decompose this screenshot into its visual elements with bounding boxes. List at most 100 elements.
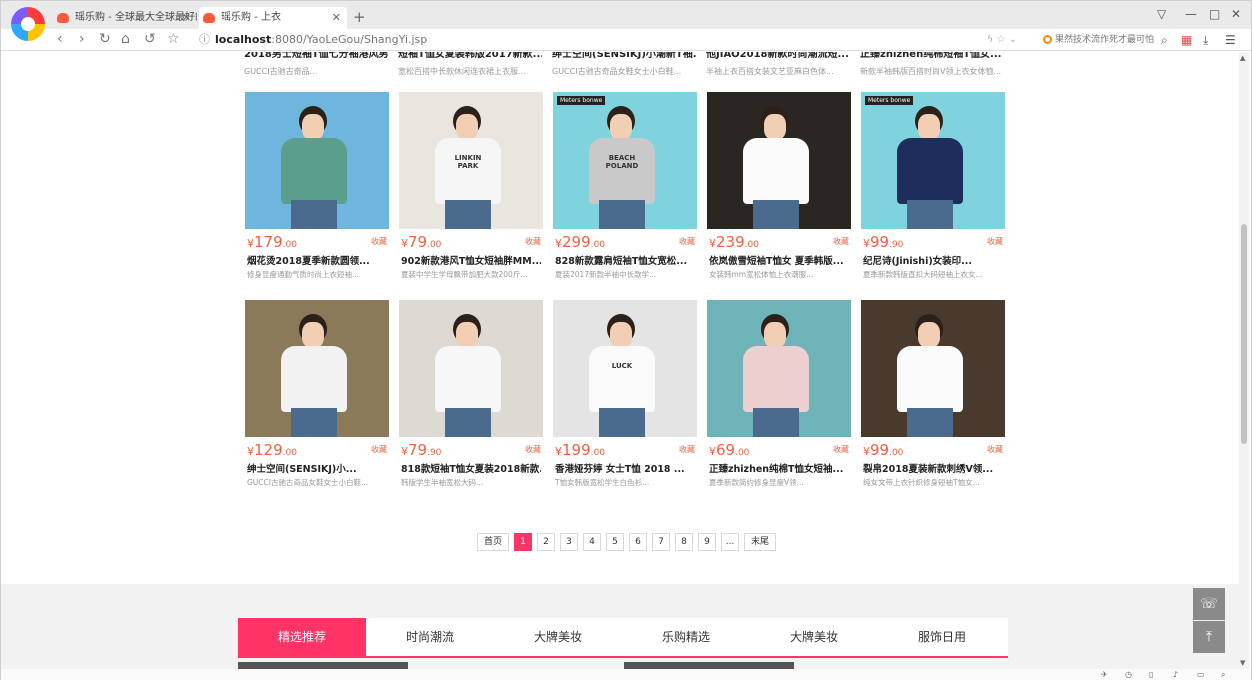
close-tab-icon[interactable]: ✕ — [182, 7, 191, 29]
favorite-link[interactable]: 收藏 — [679, 236, 695, 247]
undo-tab-icon[interactable]: ↺ — [144, 31, 156, 47]
search-icon[interactable]: ⌕ — [1161, 32, 1168, 48]
favorite-link[interactable]: 收藏 — [371, 444, 387, 455]
forward-icon[interactable]: › — [79, 31, 85, 47]
product-image[interactable] — [861, 300, 1005, 437]
product-card[interactable]: 2018男士短袖T恤七分袖港风男... GUCCI古驰古奇品... — [244, 52, 388, 77]
minimize-button[interactable]: — — [1185, 7, 1197, 21]
product-title[interactable]: 818款短袖T恤女夏装2018新款... — [401, 461, 541, 475]
product-image[interactable] — [245, 92, 389, 229]
close-tab-icon[interactable]: ✕ — [332, 7, 341, 29]
page-4-button[interactable]: 4 — [583, 533, 602, 551]
new-tab-button[interactable]: + — [353, 7, 366, 27]
product-image[interactable]: BEACH POLAND Meters bonwe — [553, 92, 697, 229]
last-page-button[interactable]: 末尾 — [744, 533, 777, 551]
window-icon[interactable]: ▭ — [1197, 669, 1205, 680]
scrollbar-thumb[interactable] — [1241, 224, 1247, 444]
product-title[interactable]: 纪尼诗(Jinishi)女装印... — [863, 253, 1003, 267]
product-title[interactable]: 他JIAO2018新款时尚潮流短... — [706, 52, 850, 62]
menu-dropdown-icon[interactable]: ▽ — [1157, 7, 1166, 21]
page-5-button[interactable]: 5 — [606, 533, 625, 551]
back-to-top-icon[interactable]: ⤒ — [1193, 621, 1225, 653]
product-card[interactable]: ¥129.00 收藏 绅士空间(SENSIKJ)小... GUCCI古驰古奇品女鞋女士… — [245, 300, 389, 511]
product-card[interactable]: ¥179.00 收藏 烟花烫2018夏季新款圆领... 修身显瘦通勤气质时尚上衣短袖.… — [245, 92, 389, 303]
tab-featured[interactable]: 精选推荐 — [238, 618, 366, 656]
product-card[interactable]: LINKIN PARK ¥79.00 收藏 902新款港风T恤女短袖胖MM... 夏装中… — [399, 92, 543, 303]
menu-icon[interactable]: ☰ — [1225, 32, 1236, 48]
apps-grid-icon[interactable]: ▦ — [1181, 32, 1192, 48]
rocket-icon[interactable]: ✈ — [1101, 669, 1108, 680]
site-info-icon[interactable]: ⓘ — [199, 30, 210, 49]
product-image[interactable] — [245, 300, 389, 437]
address-actions-icon[interactable]: ϟ ☆ ⌄ — [987, 30, 1017, 49]
back-icon[interactable]: ‹ — [57, 31, 63, 47]
product-title[interactable]: 裂帛2018夏装新款刺绣V领... — [863, 461, 1003, 475]
product-image[interactable]: LUCK — [553, 300, 697, 437]
product-card[interactable]: 他JIAO2018新款时尚潮流短... 半袖上衣百搭女装文艺亚麻白色体... — [706, 52, 850, 77]
product-card[interactable]: ¥99.00 收藏 裂帛2018夏装新款刺绣V领... 纯女文带上衣针织修身短袖T恤女… — [861, 300, 1005, 511]
favorite-link[interactable]: 收藏 — [833, 444, 849, 455]
product-title[interactable]: 烟花烫2018夏季新款圆领... — [247, 253, 387, 267]
favorite-link[interactable]: 收藏 — [987, 236, 1003, 247]
product-image[interactable] — [707, 92, 851, 229]
sound-icon[interactable]: ♪ — [1173, 669, 1178, 680]
product-card[interactable]: ¥239.00 收藏 依岚傲雪短袖T恤女 夏季韩版... 女装韩mm宽松体恤上衣潮服.… — [707, 92, 851, 303]
maximize-button[interactable]: □ — [1209, 7, 1220, 21]
page-9-button[interactable]: 9 — [698, 533, 717, 551]
product-card[interactable]: 正臻zhizhen纯棉短袖T恤女... 新款半袖韩版百搭时尚V领上衣女体恤... — [860, 52, 1004, 77]
product-title[interactable]: 香港娅芬婷 女士T恤 2018 ... — [555, 461, 695, 475]
home-icon[interactable]: ⌂ — [121, 31, 130, 47]
tab-picks[interactable]: 乐购精选 — [622, 618, 750, 656]
browser-tab-active[interactable]: 瑶乐购 - 上衣 ✕ — [199, 7, 347, 29]
tab-beauty[interactable]: 大牌美妆 — [494, 618, 622, 656]
product-card[interactable]: 短袖T恤女夏装韩版2017新款... 宽松百搭中长款休闲连衣裙上衣服... — [398, 52, 542, 77]
page-3-button[interactable]: 3 — [560, 533, 579, 551]
favorite-link[interactable]: 收藏 — [833, 236, 849, 247]
product-card[interactable]: LUCK ¥199.00 收藏 香港娅芬婷 女士T恤 2018 ... T恤女韩版宽松学… — [553, 300, 697, 511]
product-card[interactable]: 绅士空间(SENSIKJ)小潮新T袖... GUCCI古驰古奇品女鞋女士小白鞋.… — [552, 52, 696, 77]
product-title[interactable]: 正臻zhizhen纯棉短袖T恤女... — [860, 52, 1004, 62]
product-card[interactable]: Meters bonwe ¥99.90 收藏 纪尼诗(Jinishi)女装印... 夏季… — [861, 92, 1005, 303]
browser-tab[interactable]: 瑶乐购 - 全球最大全球最好的网 ✕ — [53, 7, 197, 29]
product-title[interactable]: 828新款露肩短袖T恤女宽松... — [555, 253, 695, 267]
reload-icon[interactable]: ↻ — [99, 31, 111, 47]
product-image[interactable] — [707, 300, 851, 437]
page-scrollbar[interactable]: ▲ ▼ — [1239, 52, 1249, 669]
banner-image[interactable] — [624, 662, 794, 669]
product-image[interactable]: LINKIN PARK — [399, 92, 543, 229]
product-card[interactable]: ¥69.00 收藏 正臻zhizhen纯棉T恤女短袖... 夏季新款简约修身显瘦V领.… — [707, 300, 851, 511]
product-title[interactable]: 正臻zhizhen纯棉T恤女短袖... — [709, 461, 849, 475]
page-7-button[interactable]: 7 — [652, 533, 671, 551]
favorite-link[interactable]: 收藏 — [525, 236, 541, 247]
page-6-button[interactable]: 6 — [629, 533, 648, 551]
product-title[interactable]: 绅士空间(SENSIKJ)小潮新T袖... — [552, 52, 696, 62]
tab-beauty-2[interactable]: 大牌美妆 — [750, 618, 878, 656]
favorite-link[interactable]: 收藏 — [525, 444, 541, 455]
page-2-button[interactable]: 2 — [537, 533, 556, 551]
product-image[interactable] — [399, 300, 543, 437]
product-title[interactable]: 短袖T恤女夏装韩版2017新款... — [398, 52, 542, 62]
trash-icon[interactable]: ▯ — [1149, 669, 1153, 680]
product-card[interactable]: BEACH POLAND Meters bonwe ¥299.00 收藏 828新款露肩… — [553, 92, 697, 303]
favorite-link[interactable]: 收藏 — [371, 236, 387, 247]
page-8-button[interactable]: 8 — [675, 533, 694, 551]
banner-image[interactable] — [238, 662, 408, 669]
product-title[interactable]: 902新款港风T恤女短袖胖MM... — [401, 253, 541, 267]
close-window-button[interactable]: ✕ — [1231, 7, 1241, 21]
tab-apparel[interactable]: 服饰日用 — [878, 618, 1006, 656]
product-card[interactable]: ¥79.90 收藏 818款短袖T恤女夏装2018新款... 韩版学生半袖宽松大码..… — [399, 300, 543, 511]
zoom-icon[interactable]: ⌕ — [1221, 669, 1225, 680]
page-1-button[interactable]: 1 — [514, 533, 533, 551]
url-field[interactable]: ⓘ localhost:8080/YaoLeGou/ShangYi.jsp ϟ … — [197, 30, 1017, 49]
scroll-down-icon[interactable]: ▼ — [1240, 659, 1245, 667]
scroll-up-icon[interactable]: ▲ — [1240, 54, 1245, 62]
browser-logo-icon[interactable] — [11, 7, 45, 41]
chat-icon[interactable]: ☏ — [1193, 588, 1225, 620]
search-field[interactable]: 果然技术流作死才最可怕 — [1041, 32, 1171, 48]
history-icon[interactable]: ◷ — [1125, 669, 1132, 680]
tab-fashion[interactable]: 时尚潮流 — [366, 618, 494, 656]
bookmark-star-icon[interactable]: ☆ — [167, 31, 180, 47]
product-title[interactable]: 绅士空间(SENSIKJ)小... — [247, 461, 387, 475]
download-icon[interactable]: ⤓ — [1203, 32, 1208, 48]
favorite-link[interactable]: 收藏 — [679, 444, 695, 455]
